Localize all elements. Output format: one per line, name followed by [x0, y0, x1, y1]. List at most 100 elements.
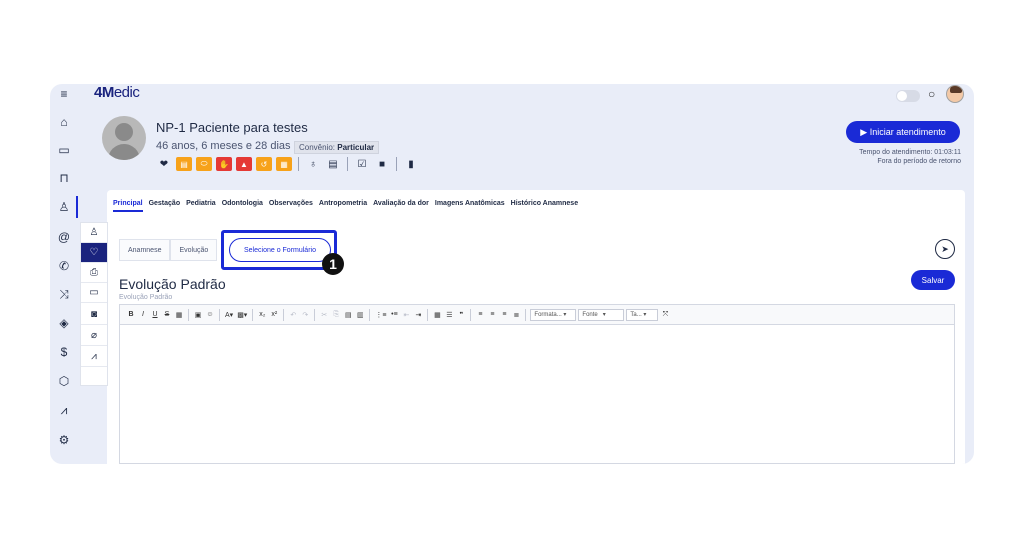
calendar-check-icon[interactable]: ☑ — [354, 157, 370, 171]
hand-icon[interactable]: ✋ — [216, 157, 232, 171]
format-dropdown-label: Formata... — [534, 311, 562, 318]
tab-imagens-anatomicas[interactable]: Imagens Anatômicas — [435, 200, 505, 212]
user-icon[interactable]: ♙ — [54, 197, 74, 217]
tab-historico-anamnese[interactable]: Histórico Anamnese — [511, 200, 578, 212]
return-period-text: Fora do período de retorno — [877, 158, 961, 165]
horizontal-rule-icon[interactable]: ☰ — [444, 308, 454, 322]
align-right-icon[interactable]: ≡ — [499, 308, 509, 322]
folder-icon[interactable]: ▭ — [81, 283, 107, 303]
patient-age: 46 anos, 6 meses e 28 dias — [156, 140, 291, 152]
camera-icon[interactable]: ◙ — [81, 305, 107, 325]
attachment-icon[interactable]: ⌀ — [81, 326, 107, 346]
record-tabs: Principal Gestação Pediatria Odontologia… — [113, 200, 578, 212]
send-icon[interactable]: ➤ — [935, 239, 955, 259]
strikethrough-icon[interactable]: S — [162, 308, 172, 322]
image-icon[interactable]: ▣ — [193, 308, 203, 322]
document-icon[interactable]: ▤ — [325, 157, 341, 171]
patient-avatar — [102, 116, 146, 160]
subtab-evolucao[interactable]: Evolução — [170, 239, 218, 261]
format-dropdown[interactable]: Formata... ▾ — [530, 308, 577, 321]
align-justify-icon[interactable]: ≣ — [511, 308, 521, 322]
theme-toggle[interactable] — [896, 90, 920, 102]
chart-icon[interactable]: ⩘ — [81, 347, 107, 367]
italic-icon[interactable]: I — [138, 308, 148, 322]
size-dropdown[interactable]: Ta... ▾ — [626, 308, 659, 321]
form-title: Evolução Padrão — [119, 276, 226, 292]
underline-icon[interactable]: U — [150, 308, 160, 322]
paste-text-icon[interactable]: ▥ — [355, 308, 365, 322]
table-icon[interactable]: ▦ — [174, 308, 184, 322]
tab-avaliacao-dor[interactable]: Avaliação da dor — [373, 200, 429, 212]
shuffle-icon[interactable]: ⤨ — [54, 284, 74, 304]
insert-table-icon[interactable]: ▦ — [432, 308, 442, 322]
subtabs: Anamnese Evolução — [119, 239, 218, 261]
superscript-icon[interactable]: x² — [269, 308, 279, 322]
attendance-time-text: Tempo do atendimento: 01:03:11 — [859, 149, 961, 156]
chat-icon[interactable]: ○ — [928, 87, 935, 101]
heart-icon[interactable]: ❤ — [156, 157, 172, 171]
box-icon[interactable]: ⬡ — [54, 371, 74, 391]
warning-icon[interactable]: ▲ — [236, 157, 252, 171]
font-dropdown[interactable]: Fonte ▾ — [578, 308, 625, 321]
size-dropdown-label: Ta... — [630, 311, 642, 318]
fullscreen-icon[interactable]: ⤧ — [660, 308, 670, 322]
gear-icon[interactable]: ⚙ — [54, 430, 74, 450]
align-center-icon[interactable]: ≡ — [487, 308, 497, 322]
tab-antropometria[interactable]: Antropometria — [319, 200, 367, 212]
video-icon[interactable]: ■ — [374, 157, 390, 171]
user-icon[interactable]: ♙ — [81, 223, 107, 243]
tag-icon[interactable]: ◈ — [54, 313, 74, 333]
tab-odontologia[interactable]: Odontologia — [222, 200, 263, 212]
heartbeat-icon[interactable]: ♡ — [81, 243, 107, 263]
save-button[interactable]: Salvar — [911, 270, 955, 290]
stethoscope-icon[interactable]: ♁ — [305, 157, 321, 171]
start-attendance-button[interactable]: ▶ Iniciar atendimento — [846, 121, 960, 143]
tab-observacoes[interactable]: Observações — [269, 200, 313, 212]
redo-icon[interactable]: ↷ — [300, 308, 310, 322]
clipboard-icon[interactable]: ▤ — [176, 157, 192, 171]
paste-icon[interactable]: ▤ — [343, 308, 353, 322]
patient-name: NP-1 Paciente para testes — [156, 120, 308, 135]
subscript-icon[interactable]: x₂ — [257, 308, 267, 322]
attendance-time: Tempo do atendimento: 01:03:11 Fora do p… — [859, 148, 961, 166]
bold-icon[interactable]: B — [126, 308, 136, 322]
menu-icon[interactable]: ≡ — [54, 84, 74, 104]
numbered-list-icon[interactable]: ⋮≡ — [374, 308, 387, 322]
chart-icon[interactable]: ⩘ — [54, 400, 74, 420]
at-icon[interactable]: @ — [54, 227, 74, 247]
history-icon[interactable]: ↺ — [256, 157, 272, 171]
emoji-icon[interactable]: ☺ — [205, 308, 215, 322]
main-panel: Principal Gestação Pediatria Odontologia… — [107, 190, 965, 464]
select-form-button[interactable]: Selecione o Formulário — [229, 238, 331, 262]
tab-gestacao[interactable]: Gestação — [149, 200, 181, 212]
book-icon[interactable]: ▮ — [403, 157, 419, 171]
tab-principal[interactable]: Principal — [113, 200, 143, 212]
user-avatar[interactable] — [946, 85, 964, 103]
rich-text-editor[interactable]: B I U S ▦ ▣ ☺ A▾ ▩▾ x₂ x² ↶ ↷ ✂ ⎘ ▤ ▥ ⋮≡… — [119, 304, 955, 464]
app-window: ≡ ⌂ ▭ ⊓ ♙ @ ✆ ⤨ ◈ $ ⬡ ⩘ ⚙ 4Medic ○ NP-1 … — [50, 84, 974, 464]
form-subtitle: Evolução Padrão — [119, 294, 173, 301]
step-marker: 1 — [322, 253, 344, 275]
pill-icon[interactable]: ⬭ — [196, 157, 212, 171]
align-left-icon[interactable]: ≡ — [475, 308, 485, 322]
sofa-icon[interactable]: ⊓ — [54, 168, 74, 188]
indent-icon[interactable]: ⇥ — [413, 308, 423, 322]
font-color-icon[interactable]: A▾ — [224, 308, 234, 322]
blockquote-icon[interactable]: ❞ — [456, 308, 466, 322]
copy-icon[interactable]: ⎘ — [331, 308, 341, 322]
font-dropdown-label: Fonte — [582, 311, 598, 318]
highlight-color-icon[interactable]: ▩▾ — [236, 308, 248, 322]
dollar-icon[interactable]: $ — [54, 342, 74, 362]
printer-icon[interactable]: ⎙ — [81, 263, 107, 283]
tab-pediatria[interactable]: Pediatria — [186, 200, 216, 212]
cut-icon[interactable]: ✂ — [319, 308, 329, 322]
app-logo: 4Medic — [94, 84, 140, 101]
home-icon[interactable]: ⌂ — [54, 112, 74, 132]
phone-icon[interactable]: ✆ — [54, 256, 74, 276]
outdent-icon[interactable]: ⇤ — [401, 308, 411, 322]
grid-icon[interactable]: ▦ — [276, 157, 292, 171]
undo-icon[interactable]: ↶ — [288, 308, 298, 322]
calendar-icon[interactable]: ▭ — [54, 140, 74, 160]
bullet-list-icon[interactable]: •≡ — [389, 308, 399, 322]
subtab-anamnese[interactable]: Anamnese — [119, 239, 171, 261]
